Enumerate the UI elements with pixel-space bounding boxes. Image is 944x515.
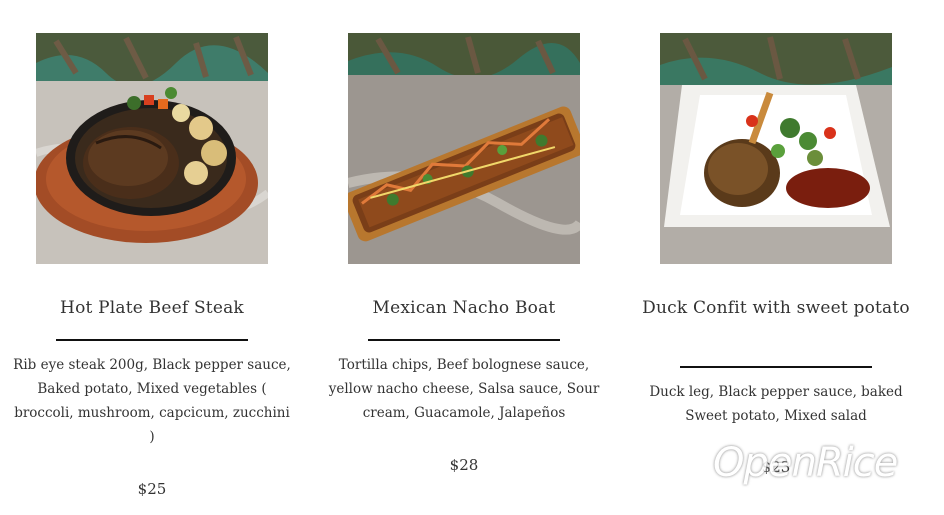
menu-item-description: Tortilla chips, Beef bolognese sauce, ye…: [328, 357, 600, 421]
menu-item-name: Mexican Nacho Boat: [372, 298, 556, 318]
menu-item-price: $28: [449, 456, 479, 474]
menu-card-duck-confit: Duck Confit with sweet potato Duck leg, …: [626, 0, 926, 515]
steak-photo-icon: [36, 33, 268, 264]
menu-item-price: $25: [137, 480, 167, 498]
duck-photo-icon: [660, 33, 892, 264]
menu-item-description: Duck leg, Black pepper sauce, baked Swee…: [649, 384, 903, 424]
divider: [680, 366, 872, 368]
menu-item-name: Duck Confit with sweet potato: [642, 298, 910, 318]
nacho-photo-icon: [348, 33, 580, 264]
menu-card-hot-plate-beef-steak: Hot Plate Beef Steak Rib eye steak 200g,…: [2, 0, 302, 515]
menu-item-name: Hot Plate Beef Steak: [60, 298, 244, 318]
menu-card-mexican-nacho-boat: Mexican Nacho Boat Tortilla chips, Beef …: [314, 0, 614, 515]
divider: [368, 339, 560, 341]
menu-item-description: Rib eye steak 200g, Black pepper sauce, …: [13, 357, 291, 445]
openrice-watermark: OpenRice: [713, 440, 898, 486]
divider: [56, 339, 248, 341]
